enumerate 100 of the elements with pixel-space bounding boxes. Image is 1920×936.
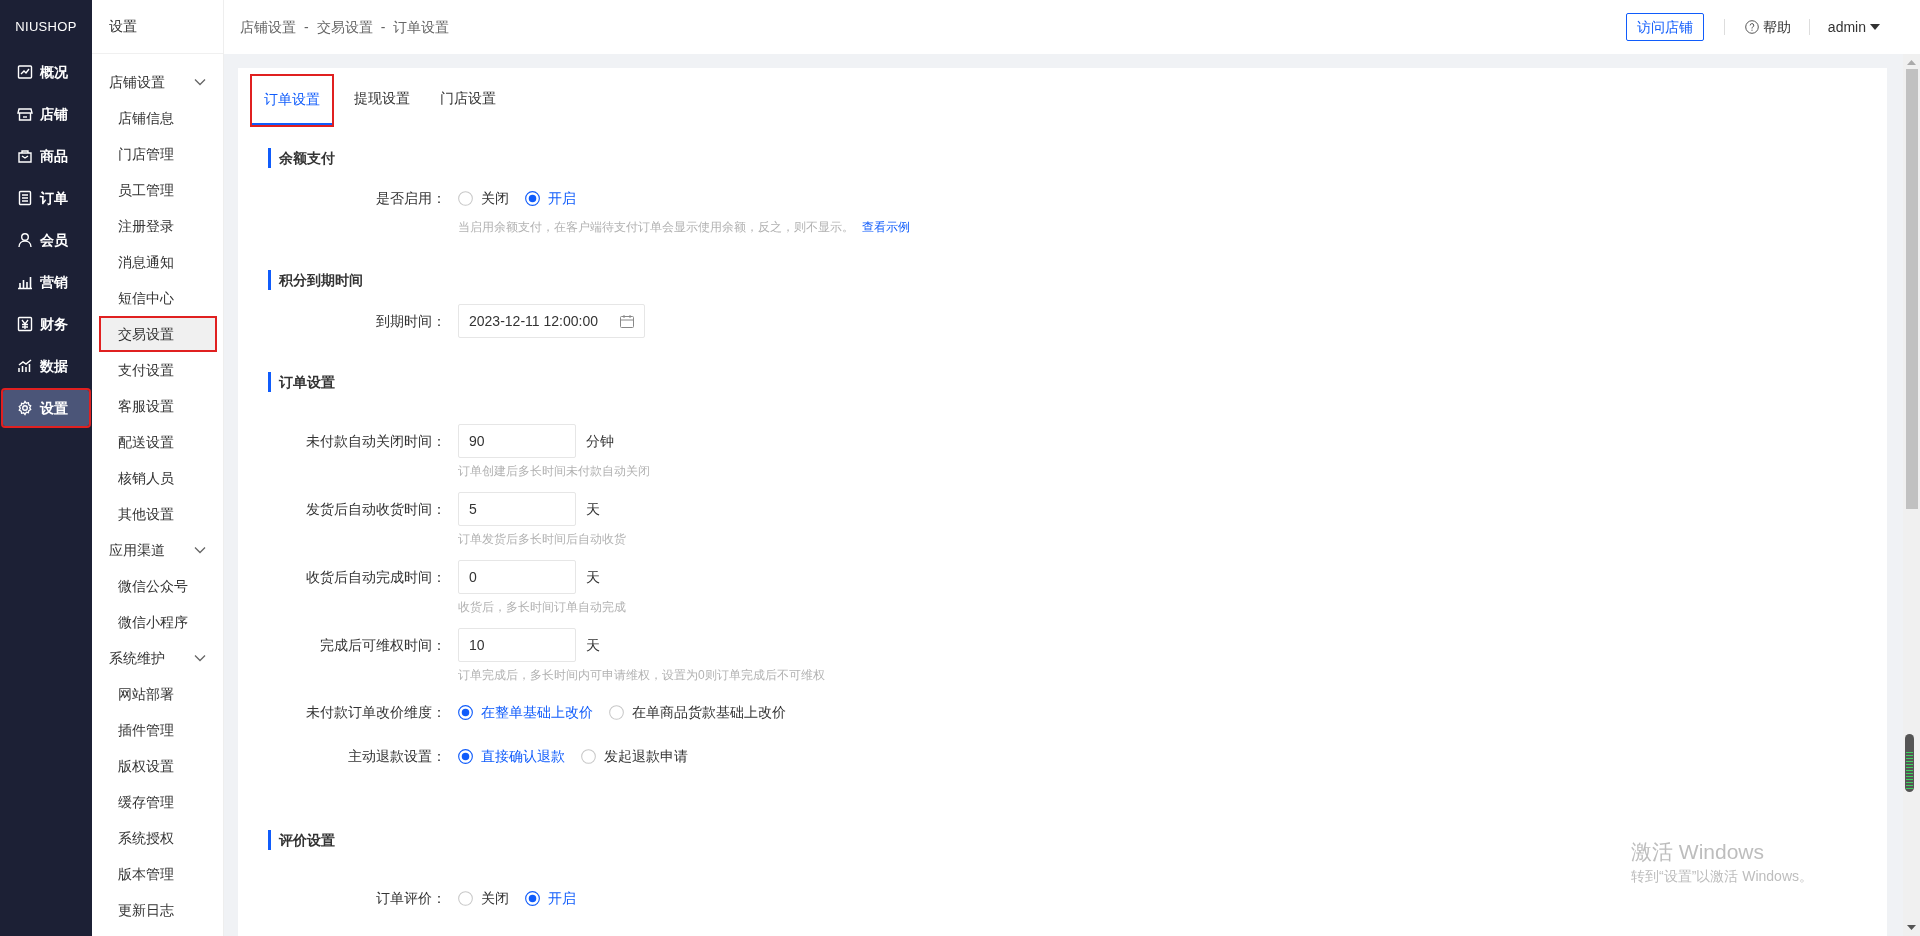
field-label: 到期时间：	[376, 311, 446, 331]
sidebar-item[interactable]: 插件管理	[101, 714, 215, 746]
help-text: 收货后，多长时间订单自动完成	[458, 599, 626, 616]
trend-icon	[17, 358, 33, 374]
nav-item[interactable]: 会员	[3, 222, 89, 258]
nav-item[interactable]: 订单	[3, 180, 89, 216]
input-field[interactable]: 0	[458, 560, 576, 594]
chevron-down-icon	[194, 546, 206, 554]
sidebar-item[interactable]: 消息通知	[101, 246, 215, 278]
section-title: 订单设置	[268, 372, 1887, 392]
store-icon	[17, 106, 33, 122]
input-field[interactable]: 5	[458, 492, 576, 526]
nav-item[interactable]: 财务	[3, 306, 89, 342]
user-menu[interactable]: admin	[1827, 16, 1880, 38]
input-field[interactable]: 10	[458, 628, 576, 662]
sidebar-item[interactable]: 缓存管理	[101, 786, 215, 818]
radio-button[interactable]	[525, 890, 540, 906]
radio-button[interactable]	[609, 704, 624, 720]
help-text: 当启用余额支付，在客户端待支付订单会显示使用余额，反之，则不显示。	[458, 219, 854, 236]
scroll-down-icon	[1907, 925, 1916, 930]
scroll-up-icon	[1907, 60, 1916, 65]
sidebar-item[interactable]: 员工管理	[101, 174, 215, 206]
sidebar-item[interactable]: 支付设置	[101, 354, 215, 386]
breadcrumb-link[interactable]: 订单设置	[393, 16, 450, 38]
sidebar-item[interactable]: 店铺信息	[101, 102, 215, 134]
sidebar-item[interactable]: 其他设置	[101, 498, 215, 530]
scrollbar-thumb[interactable]	[1905, 69, 1918, 509]
activation-watermark-text: 转到“设置”以激活 Windows。	[1631, 867, 1813, 886]
breadcrumb-link[interactable]: 店铺设置	[240, 16, 296, 38]
example-link[interactable]: 查看示例	[862, 218, 910, 236]
sidebar-item[interactable]: 微信小程序	[101, 606, 215, 638]
field-label: 发货后自动收货时间：	[306, 499, 446, 519]
input-field[interactable]: 90	[458, 424, 576, 458]
sidebar-item[interactable]: 交易设置	[101, 318, 215, 350]
list-icon	[17, 190, 33, 206]
logo-text: NIUSHOP	[15, 18, 77, 37]
breadcrumb-separator: -	[380, 17, 386, 37]
nav-item[interactable]: 店铺	[3, 96, 89, 132]
sidebar-item[interactable]: 微信公众号	[101, 570, 215, 602]
help-icon	[1744, 20, 1759, 34]
nav-item[interactable]: 营销	[3, 264, 89, 300]
sidebar-item[interactable]: 版权设置	[101, 750, 215, 782]
help-link[interactable]: 帮助	[1744, 16, 1791, 38]
nav-item[interactable]: 数据	[3, 348, 89, 384]
sidebar-item[interactable]: 版本管理	[101, 858, 215, 890]
calendar-icon	[620, 314, 634, 328]
help-text: 订单创建后多长时间未付款自动关闭	[458, 463, 650, 480]
field-label: 主动退款设置：	[348, 746, 446, 766]
radio-label[interactable]: 关闭	[481, 187, 509, 209]
radio-button[interactable]	[458, 748, 473, 764]
help-text: 订单完成后，多长时间内可申请维权，设置为0则订单完成后不可维权	[458, 667, 825, 684]
user-icon	[17, 232, 33, 248]
radio-button[interactable]	[458, 704, 473, 720]
date-field[interactable]: 2023-12-11 12:00:00	[458, 304, 645, 338]
radio-button[interactable]	[581, 748, 596, 764]
breadcrumb-separator: -	[304, 17, 309, 37]
sidebar-item[interactable]: 门店管理	[101, 138, 215, 170]
unit-label: 天	[586, 567, 600, 587]
visit-store-button[interactable]: 访问店铺	[1625, 13, 1704, 41]
tab[interactable]: 提现设置	[342, 76, 422, 121]
nav-item[interactable]: 概况	[3, 54, 89, 90]
sidebar-group[interactable]: 应用渠道	[92, 532, 223, 568]
sidebar-item[interactable]: 系统授权	[101, 822, 215, 854]
field-label: 收货后自动完成时间：	[306, 567, 446, 587]
sidebar-item[interactable]: 核销人员	[101, 462, 215, 494]
radio-label[interactable]: 开启	[548, 187, 576, 209]
field-label: 是否启用：	[376, 188, 446, 208]
chevron-down-icon	[194, 654, 206, 662]
tab[interactable]: 门店设置	[428, 76, 508, 121]
scrollbar[interactable]	[1903, 54, 1920, 936]
sidebar-item[interactable]: 短信中心	[101, 282, 215, 314]
breadcrumb-link[interactable]: 交易设置	[316, 16, 373, 38]
radio-label[interactable]: 在单商品货款基础上改价	[632, 701, 786, 723]
chevron-down-icon	[194, 78, 206, 86]
section-title: 积分到期时间	[268, 270, 1887, 290]
floating-widget[interactable]	[1905, 734, 1914, 792]
field-label: 完成后可维权时间：	[320, 635, 446, 655]
sidebar-group[interactable]: 店铺设置	[92, 64, 223, 100]
sidebar-item[interactable]: 更新日志	[101, 894, 215, 926]
radio-button[interactable]	[458, 190, 473, 206]
field-label: 未付款订单改价维度：	[306, 702, 446, 722]
chart-icon	[17, 64, 33, 80]
radio-label[interactable]: 在整单基础上改价	[481, 701, 593, 723]
caret-down-icon	[1870, 24, 1880, 30]
nav-item[interactable]: 商品	[3, 138, 89, 174]
sidebar-item[interactable]: 配送设置	[101, 426, 215, 458]
radio-label[interactable]: 关闭	[481, 887, 509, 909]
settings-icon	[17, 400, 33, 416]
radio-label[interactable]: 发起退款申请	[604, 745, 688, 767]
radio-label[interactable]: 直接确认退款	[481, 745, 565, 767]
radio-button[interactable]	[458, 890, 473, 906]
nav-item[interactable]: 设置	[3, 390, 89, 426]
bag-icon	[17, 148, 33, 164]
sidebar-item[interactable]: 客服设置	[101, 390, 215, 422]
sidebar-item[interactable]: 注册登录	[101, 210, 215, 242]
radio-button[interactable]	[525, 190, 540, 206]
radio-label[interactable]: 开启	[548, 887, 576, 909]
tab[interactable]: 订单设置	[252, 76, 332, 125]
sidebar-item[interactable]: 网站部署	[101, 678, 215, 710]
sidebar-group[interactable]: 系统维护	[92, 640, 223, 676]
